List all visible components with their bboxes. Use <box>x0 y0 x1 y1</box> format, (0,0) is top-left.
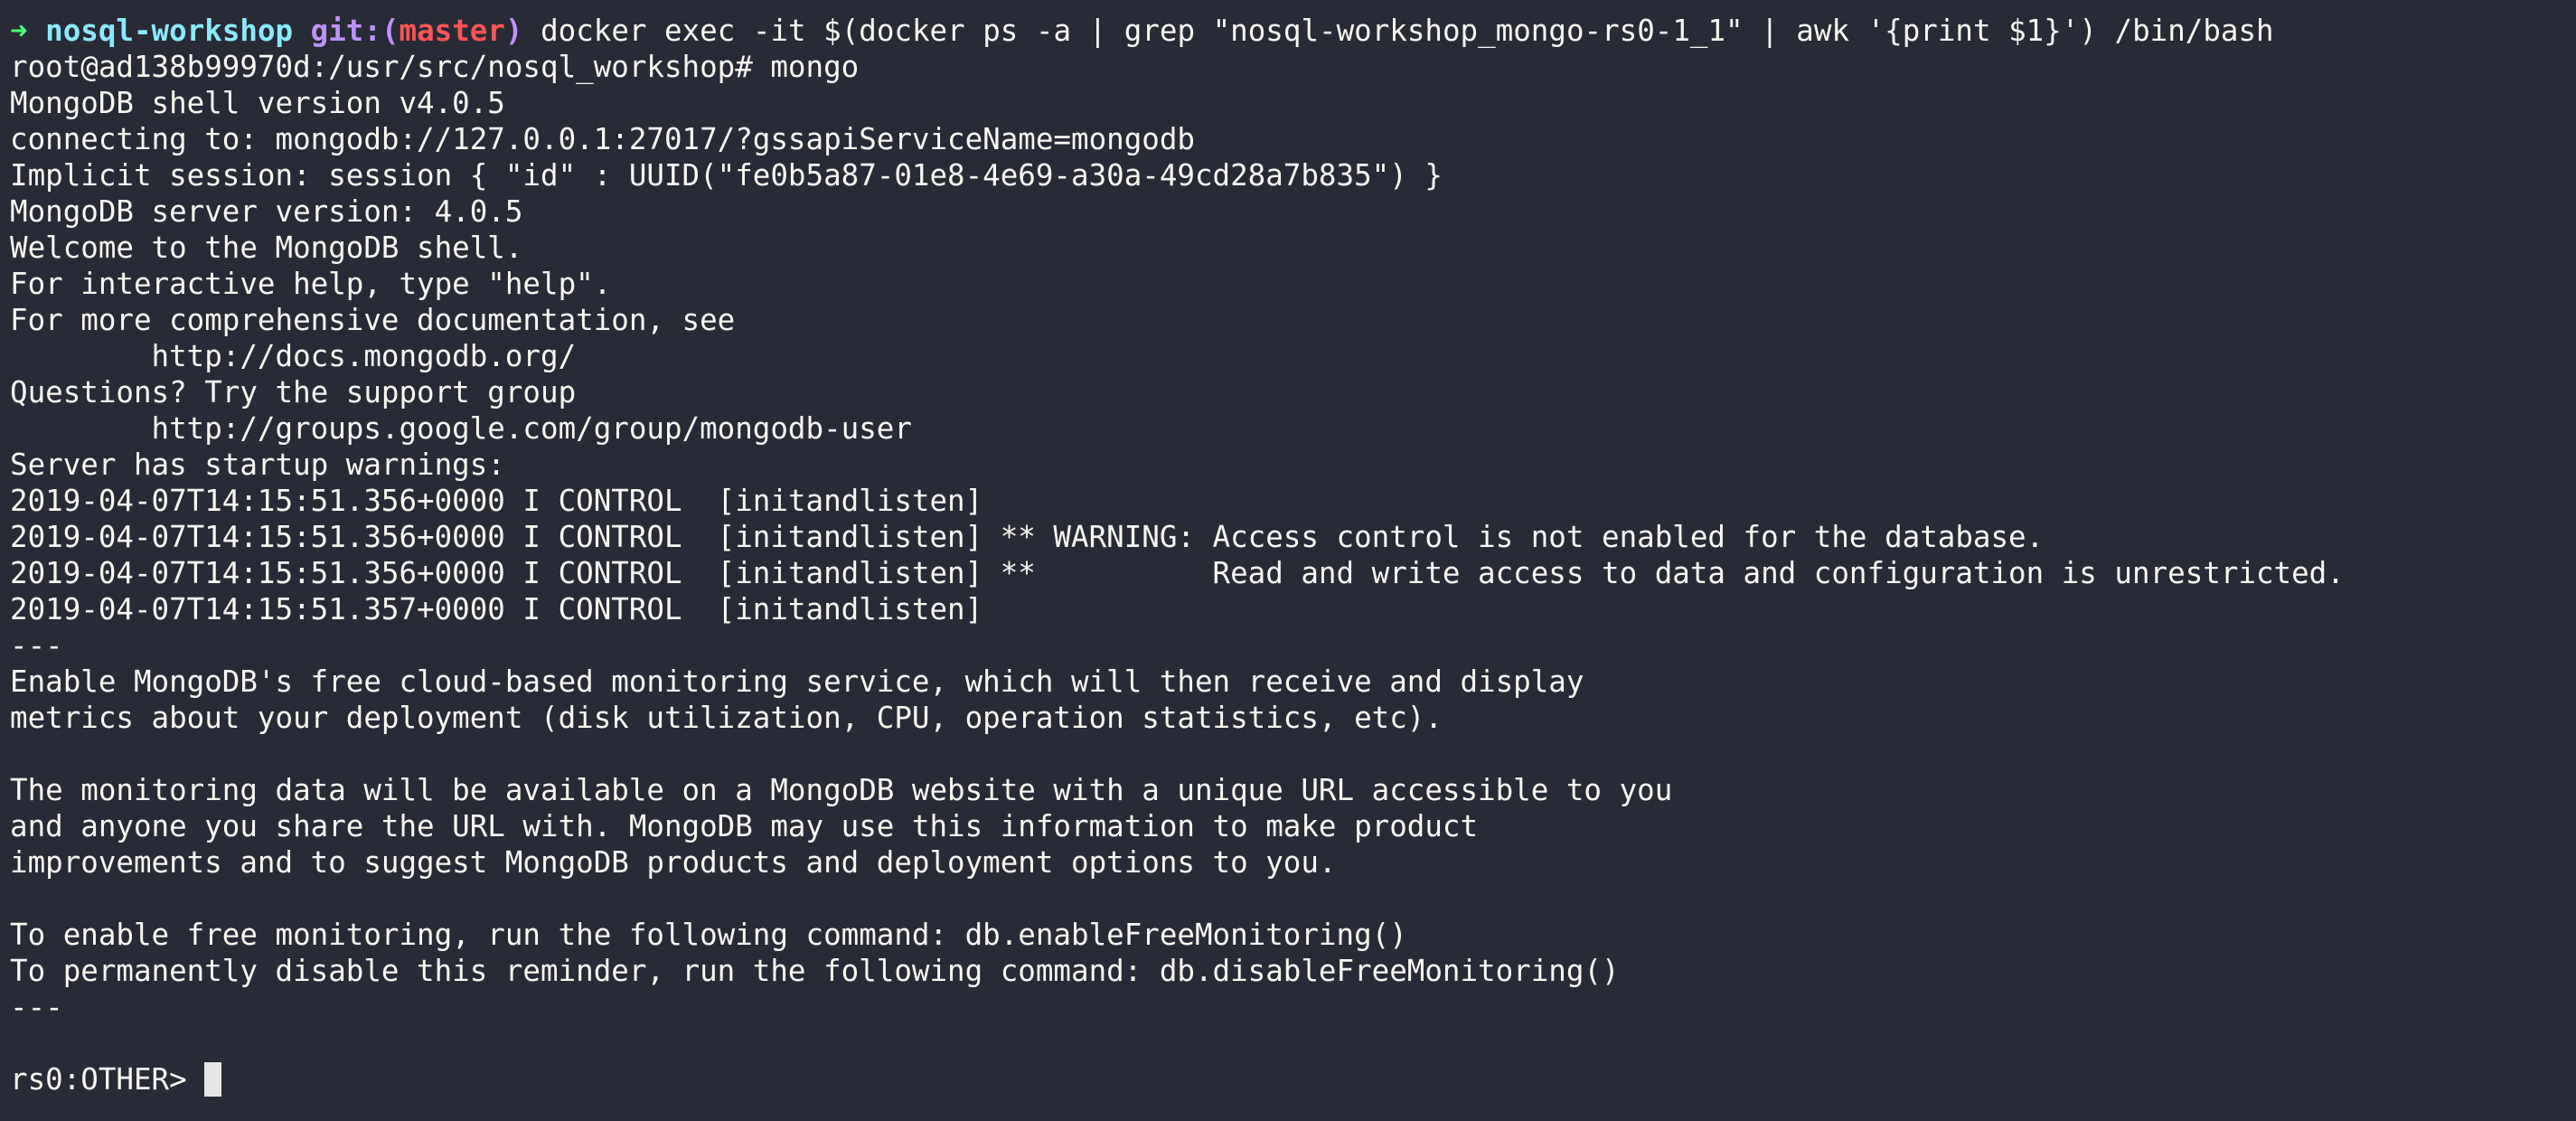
output-line: improvements and to suggest MongoDB prod… <box>10 845 1337 880</box>
terminal-window[interactable]: ➜ nosql-workshop git:(master) docker exe… <box>0 0 2576 1121</box>
zsh-prompt-line: ➜ nosql-workshop git:(master) docker exe… <box>10 13 2576 49</box>
output-line: For more comprehensive documentation, se… <box>10 303 736 337</box>
prompt-arrow-icon: ➜ <box>10 14 28 48</box>
output-line: MongoDB shell version v4.0.5 <box>10 86 505 120</box>
output-line: 2019-04-07T14:15:51.357+0000 I CONTROL [… <box>10 592 983 626</box>
prompt-directory: nosql-workshop <box>45 14 294 48</box>
output-line: http://docs.mongodb.org/ <box>10 339 577 373</box>
output-line: --- <box>10 628 63 663</box>
text-cursor[interactable] <box>204 1062 222 1097</box>
prompt-git-label: git:( <box>310 14 400 48</box>
terminal-output: root@ad138b99970d:/usr/src/nosql_worksho… <box>10 49 2576 1061</box>
output-line: --- <box>10 990 63 1024</box>
output-line: Welcome to the MongoDB shell. <box>10 231 523 265</box>
output-line: http://groups.google.com/group/mongodb-u… <box>10 411 912 446</box>
output-line: The monitoring data will be available on… <box>10 773 1673 807</box>
mongo-shell-prompt-line[interactable]: rs0:OTHER> <box>10 1061 2576 1097</box>
output-line: Server has startup warnings: <box>10 447 505 482</box>
output-line: MongoDB server version: 4.0.5 <box>10 194 523 229</box>
prompt-git-branch: master <box>399 14 505 48</box>
output-line: Questions? Try the support group <box>10 375 577 410</box>
mongo-shell-prompt: rs0:OTHER> <box>10 1062 205 1097</box>
output-line: To enable free monitoring, run the follo… <box>10 918 1407 952</box>
output-line: connecting to: mongodb://127.0.0.1:27017… <box>10 122 1195 156</box>
output-line: Enable MongoDB's free cloud-based monito… <box>10 664 1584 699</box>
prompt-command: docker exec -it $(docker ps -a | grep "n… <box>541 14 2274 48</box>
output-line: 2019-04-07T14:15:51.356+0000 I CONTROL [… <box>10 484 983 518</box>
output-line: To permanently disable this reminder, ru… <box>10 954 1620 988</box>
prompt-git-close: ) <box>504 14 523 48</box>
output-line: metrics about your deployment (disk util… <box>10 701 1443 735</box>
output-line: For interactive help, type "help". <box>10 267 612 301</box>
output-line: 2019-04-07T14:15:51.356+0000 I CONTROL [… <box>10 556 2345 590</box>
output-line: and anyone you share the URL with. Mongo… <box>10 809 1479 843</box>
output-line: 2019-04-07T14:15:51.356+0000 I CONTROL [… <box>10 520 2045 554</box>
output-line: root@ad138b99970d:/usr/src/nosql_worksho… <box>10 50 860 84</box>
output-line: Implicit session: session { "id" : UUID(… <box>10 158 1443 193</box>
